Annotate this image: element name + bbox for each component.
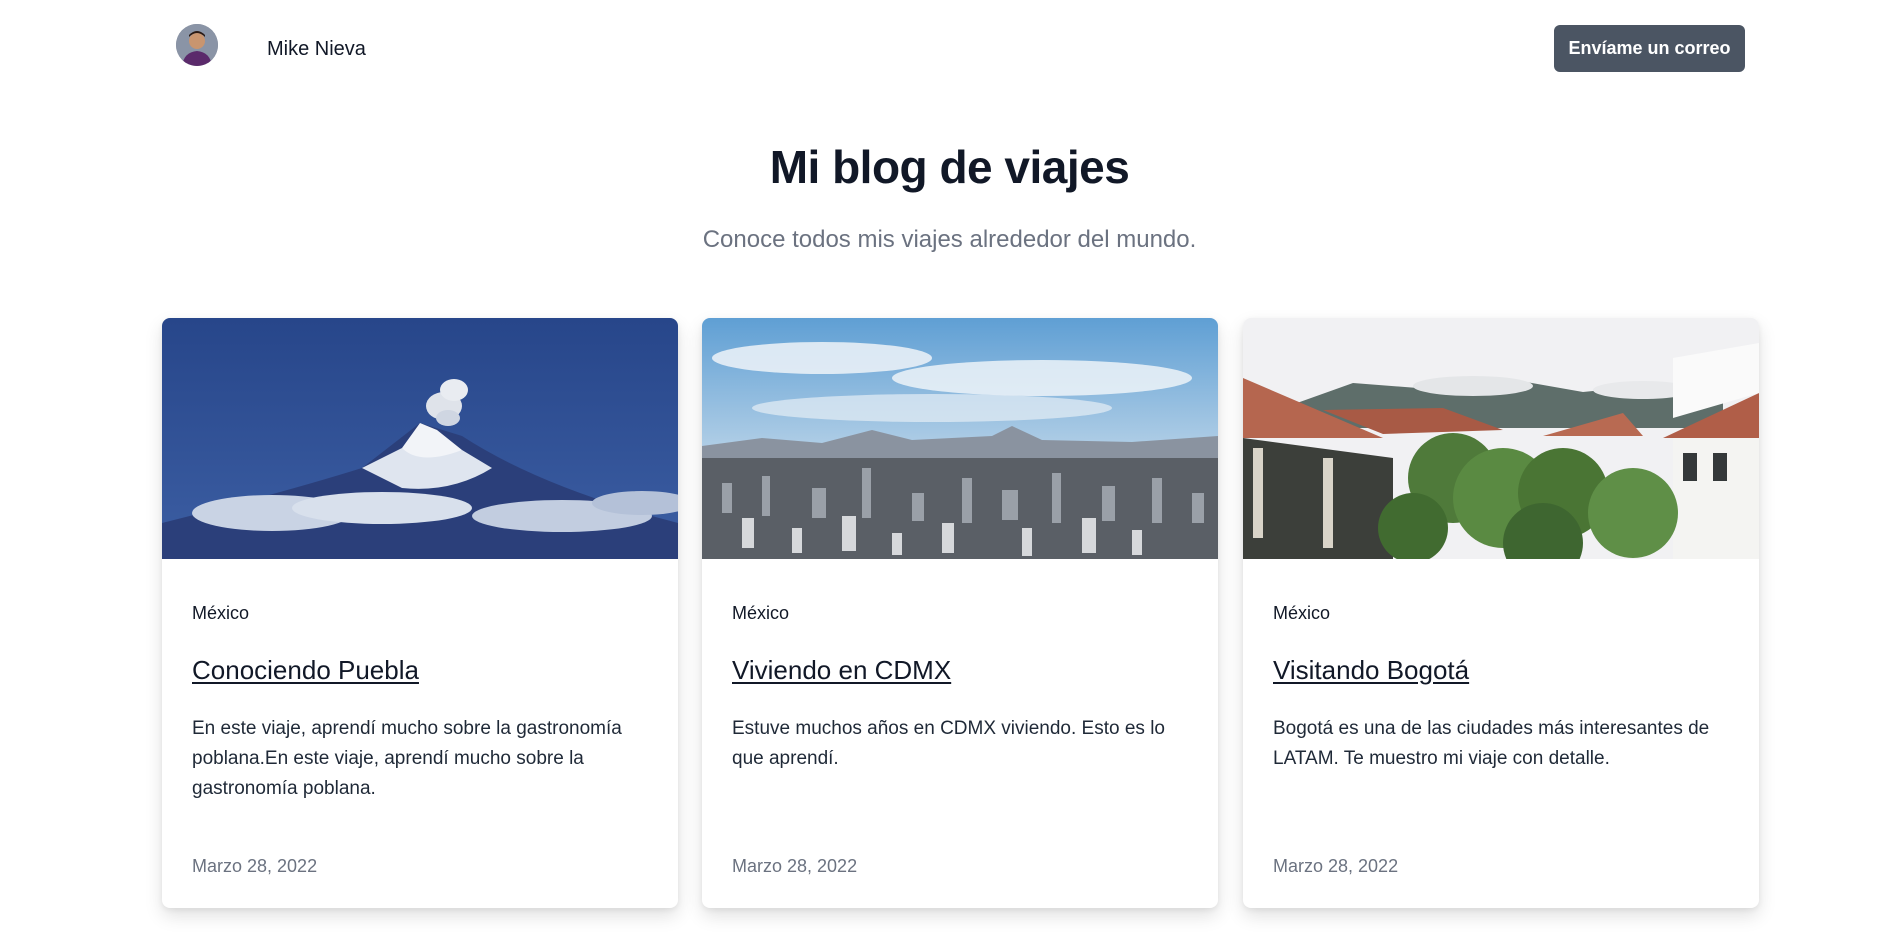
page-title: Mi blog de viajes <box>769 141 1130 193</box>
post-title-link[interactable]: Conociendo Puebla <box>192 655 419 686</box>
post-date: Marzo 28, 2022 <box>732 856 858 876</box>
post-date: Marzo 28, 2022 <box>1273 856 1399 876</box>
post-description: En este viaje, aprendí mucho sobre la ga… <box>192 718 622 799</box>
author-name[interactable]: Mike Nieva <box>267 38 366 61</box>
post-title-link[interactable]: Visitando Bogotá <box>1273 655 1469 686</box>
post-category[interactable]: México <box>732 603 789 624</box>
page-subtitle: Conoce todos mis viajes alrededor del mu… <box>702 226 1197 253</box>
post-description: Bogotá es una de las ciudades más intere… <box>1273 718 1710 769</box>
post-category[interactable]: México <box>1273 603 1330 624</box>
post-card[interactable]: México Viviendo en CDMX Estuve muchos añ… <box>702 318 1218 908</box>
site-header: Mike Nieva Envíame un correo <box>0 0 1899 100</box>
avatar[interactable] <box>176 24 218 66</box>
colonial-house-photo[interactable] <box>1243 318 1759 559</box>
email-me-button[interactable]: Envíame un correo <box>1554 25 1745 72</box>
city-skyline-photo[interactable] <box>702 318 1218 559</box>
post-card[interactable]: México Visitando Bogotá Bogotá es una de… <box>1243 318 1759 908</box>
post-date: Marzo 28, 2022 <box>192 856 318 876</box>
post-category[interactable]: México <box>192 603 249 624</box>
post-description: Estuve muchos años en CDMX viviendo. Est… <box>732 718 1165 769</box>
post-card[interactable]: México Conociendo Puebla En este viaje, … <box>162 318 678 908</box>
volcano-photo[interactable] <box>162 318 678 559</box>
post-title-link[interactable]: Viviendo en CDMX <box>732 655 951 686</box>
